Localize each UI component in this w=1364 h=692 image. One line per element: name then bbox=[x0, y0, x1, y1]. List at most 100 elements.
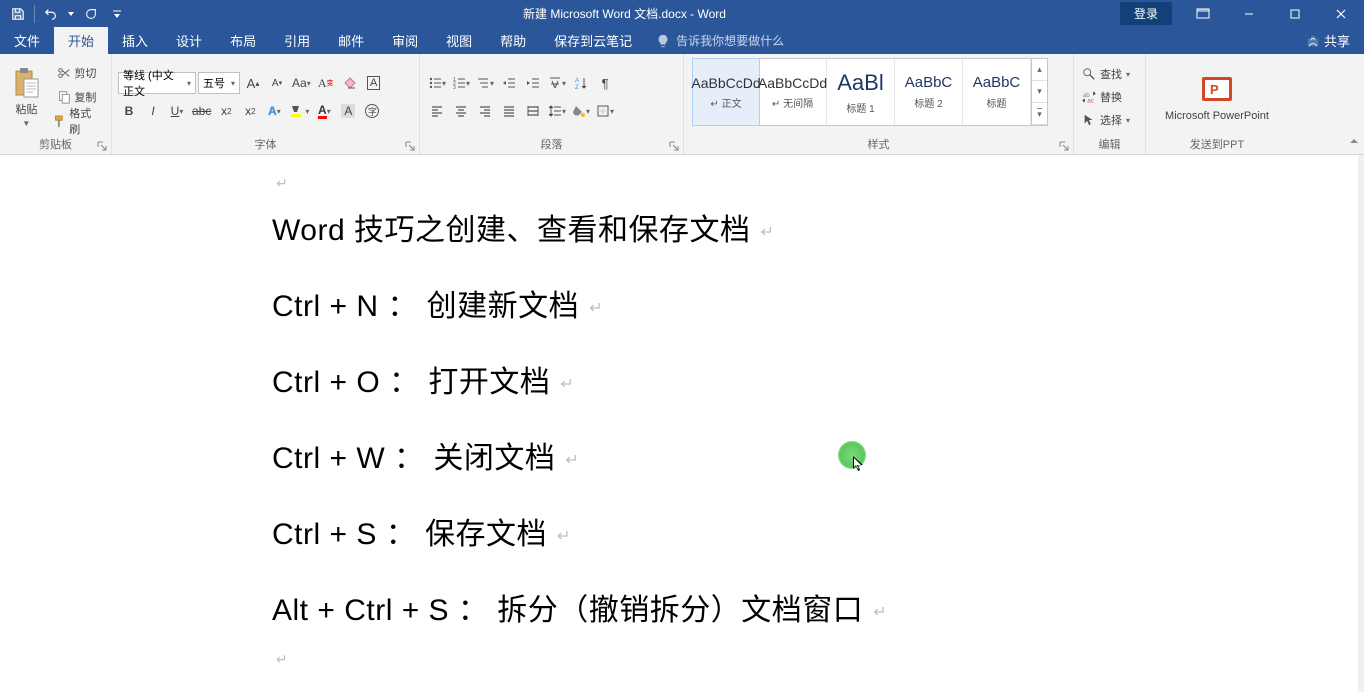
paragraph-mark: ↵ bbox=[276, 651, 288, 668]
superscript-icon[interactable]: x2 bbox=[239, 100, 261, 122]
align-right-icon[interactable] bbox=[474, 100, 496, 122]
paragraph-launcher-icon[interactable] bbox=[667, 139, 681, 153]
increase-indent-icon[interactable] bbox=[522, 72, 544, 94]
document-area[interactable]: ↵ Word 技巧之创建、查看和保存文档↵ Ctrl + N ： 创建新文档↵ … bbox=[0, 155, 1364, 692]
style-heading2[interactable]: AaBbC标题 2 bbox=[895, 59, 963, 125]
minimize-icon[interactable] bbox=[1226, 0, 1272, 27]
highlight-icon[interactable]: ▾ bbox=[287, 100, 311, 122]
clipboard-launcher-icon[interactable] bbox=[95, 139, 109, 153]
tab-save-cloud[interactable]: 保存到云笔记 bbox=[540, 27, 646, 54]
tab-home[interactable]: 开始 bbox=[54, 27, 108, 54]
share-button[interactable]: 共享 bbox=[1292, 27, 1364, 54]
select-button[interactable]: 选择▾ bbox=[1078, 109, 1134, 131]
tab-insert[interactable]: 插入 bbox=[108, 27, 162, 54]
doc-line-5: Ctrl + S ： 保存文档↵ bbox=[272, 509, 887, 553]
collapse-ribbon-icon[interactable] bbox=[1348, 135, 1360, 147]
tab-references[interactable]: 引用 bbox=[270, 27, 324, 54]
shrink-font-icon[interactable]: A▾ bbox=[266, 72, 288, 94]
format-painter-button[interactable]: 格式刷 bbox=[49, 110, 105, 132]
tab-view[interactable]: 视图 bbox=[432, 27, 486, 54]
replace-button[interactable]: abac替换 bbox=[1078, 86, 1134, 108]
group-paragraph: ▾ 123▾ ▾ ▾ AZ ¶ ▾ ▾ ▾ bbox=[420, 54, 684, 154]
grow-font-icon[interactable]: A▴ bbox=[242, 72, 264, 94]
strikethrough-icon[interactable]: abc bbox=[190, 100, 213, 122]
tab-review[interactable]: 审阅 bbox=[378, 27, 432, 54]
font-launcher-icon[interactable] bbox=[403, 139, 417, 153]
copy-icon bbox=[57, 90, 71, 104]
multilevel-list-icon[interactable]: ▾ bbox=[474, 72, 496, 94]
align-center-icon[interactable] bbox=[450, 100, 472, 122]
clear-formatting-icon[interactable] bbox=[339, 72, 361, 94]
bold-icon[interactable]: B bbox=[118, 100, 140, 122]
line-spacing-icon[interactable]: ▾ bbox=[546, 100, 568, 122]
maximize-icon[interactable] bbox=[1272, 0, 1318, 27]
style-title[interactable]: AaBbC标题 bbox=[963, 59, 1031, 125]
subscript-icon[interactable]: x2 bbox=[215, 100, 237, 122]
font-name-combo[interactable]: 等线 (中文正文▾ bbox=[118, 72, 196, 94]
close-icon[interactable] bbox=[1318, 0, 1364, 27]
scissors-icon bbox=[57, 66, 71, 80]
shading-icon[interactable]: ▾ bbox=[570, 100, 592, 122]
paste-button[interactable]: 粘贴 ▼ bbox=[6, 58, 47, 136]
character-shading-icon[interactable]: A bbox=[337, 100, 359, 122]
tab-layout[interactable]: 布局 bbox=[216, 27, 270, 54]
cut-button[interactable]: 剪切 bbox=[49, 62, 105, 84]
doc-line-6: Alt + Ctrl + S ： 拆分（撤销拆分）文档窗口↵ bbox=[272, 585, 887, 629]
phonetic-guide-icon[interactable]: A变 bbox=[315, 72, 337, 94]
save-icon[interactable] bbox=[6, 3, 30, 25]
paste-icon bbox=[12, 67, 40, 99]
find-button[interactable]: 查找▾ bbox=[1078, 63, 1134, 85]
window-title: 新建 Microsoft Word 文档.docx - Word bbox=[129, 5, 1120, 22]
send-to-ppt-button[interactable]: P Microsoft PowerPoint bbox=[1152, 58, 1282, 136]
italic-icon[interactable]: I bbox=[142, 100, 164, 122]
style-normal[interactable]: AaBbCcDd↵ 正文 bbox=[692, 58, 760, 126]
group-font: 等线 (中文正文▾ 五号▾ A▴ A▾ Aa▾ A变 A B I U▾ abc … bbox=[112, 54, 420, 154]
asian-layout-icon[interactable]: ▾ bbox=[546, 72, 568, 94]
styles-gallery: AaBbCcDd↵ 正文 AaBbCcDd↵ 无间隔 AaBl标题 1 AaBb… bbox=[692, 58, 1048, 126]
qat-customize-icon[interactable] bbox=[105, 3, 129, 25]
group-label-editing: 编辑 bbox=[1074, 136, 1145, 154]
bullets-icon[interactable]: ▾ bbox=[426, 72, 448, 94]
style-no-spacing[interactable]: AaBbCcDd↵ 无间隔 bbox=[759, 59, 827, 125]
decrease-indent-icon[interactable] bbox=[498, 72, 520, 94]
tab-file[interactable]: 文件 bbox=[0, 27, 54, 54]
underline-icon[interactable]: U▾ bbox=[166, 100, 188, 122]
gallery-down-icon[interactable]: ▾ bbox=[1032, 81, 1047, 103]
gallery-more-icon[interactable]: ▾ bbox=[1032, 103, 1047, 125]
font-size-combo[interactable]: 五号▾ bbox=[198, 72, 240, 94]
enclose-characters-icon[interactable]: 字 bbox=[361, 100, 383, 122]
ribbon-tabs: 文件 开始 插入 设计 布局 引用 邮件 审阅 视图 帮助 保存到云笔记 告诉我… bbox=[0, 27, 1364, 54]
numbering-icon[interactable]: 123▾ bbox=[450, 72, 472, 94]
sort-icon[interactable]: AZ bbox=[570, 72, 592, 94]
text-effects-icon[interactable]: A▾ bbox=[263, 100, 285, 122]
change-case-icon[interactable]: Aa▾ bbox=[290, 72, 313, 94]
tell-me-search[interactable]: 告诉我你想要做什么 bbox=[646, 27, 784, 54]
undo-icon[interactable] bbox=[39, 3, 63, 25]
window-buttons: 登录 bbox=[1120, 0, 1364, 27]
group-label-font: 字体 bbox=[112, 136, 419, 154]
gallery-up-icon[interactable]: ▴ bbox=[1032, 59, 1047, 81]
replace-icon: abac bbox=[1082, 90, 1096, 104]
tab-design[interactable]: 设计 bbox=[162, 27, 216, 54]
character-border-icon[interactable]: A bbox=[363, 72, 385, 94]
styles-launcher-icon[interactable] bbox=[1057, 139, 1071, 153]
vertical-scrollbar[interactable] bbox=[1358, 155, 1364, 692]
lightbulb-icon bbox=[656, 34, 670, 48]
login-button[interactable]: 登录 bbox=[1120, 2, 1172, 25]
doc-line-3: Ctrl + O ： 打开文档↵ bbox=[272, 357, 887, 401]
borders-icon[interactable]: ▾ bbox=[594, 100, 616, 122]
redo-icon[interactable] bbox=[79, 3, 103, 25]
tab-help[interactable]: 帮助 bbox=[486, 27, 540, 54]
align-left-icon[interactable] bbox=[426, 100, 448, 122]
justify-icon[interactable] bbox=[498, 100, 520, 122]
powerpoint-icon: P bbox=[1200, 72, 1234, 106]
share-label: 共享 bbox=[1324, 31, 1350, 50]
ribbon-display-icon[interactable] bbox=[1180, 0, 1226, 27]
font-color-icon[interactable]: A▾ bbox=[313, 100, 335, 122]
undo-dropdown-icon[interactable] bbox=[65, 3, 77, 25]
tab-mailings[interactable]: 邮件 bbox=[324, 27, 378, 54]
style-heading1[interactable]: AaBl标题 1 bbox=[827, 59, 895, 125]
paste-label: 粘贴 bbox=[15, 101, 37, 117]
distributed-icon[interactable] bbox=[522, 100, 544, 122]
show-paragraph-marks-icon[interactable]: ¶ bbox=[594, 72, 616, 94]
